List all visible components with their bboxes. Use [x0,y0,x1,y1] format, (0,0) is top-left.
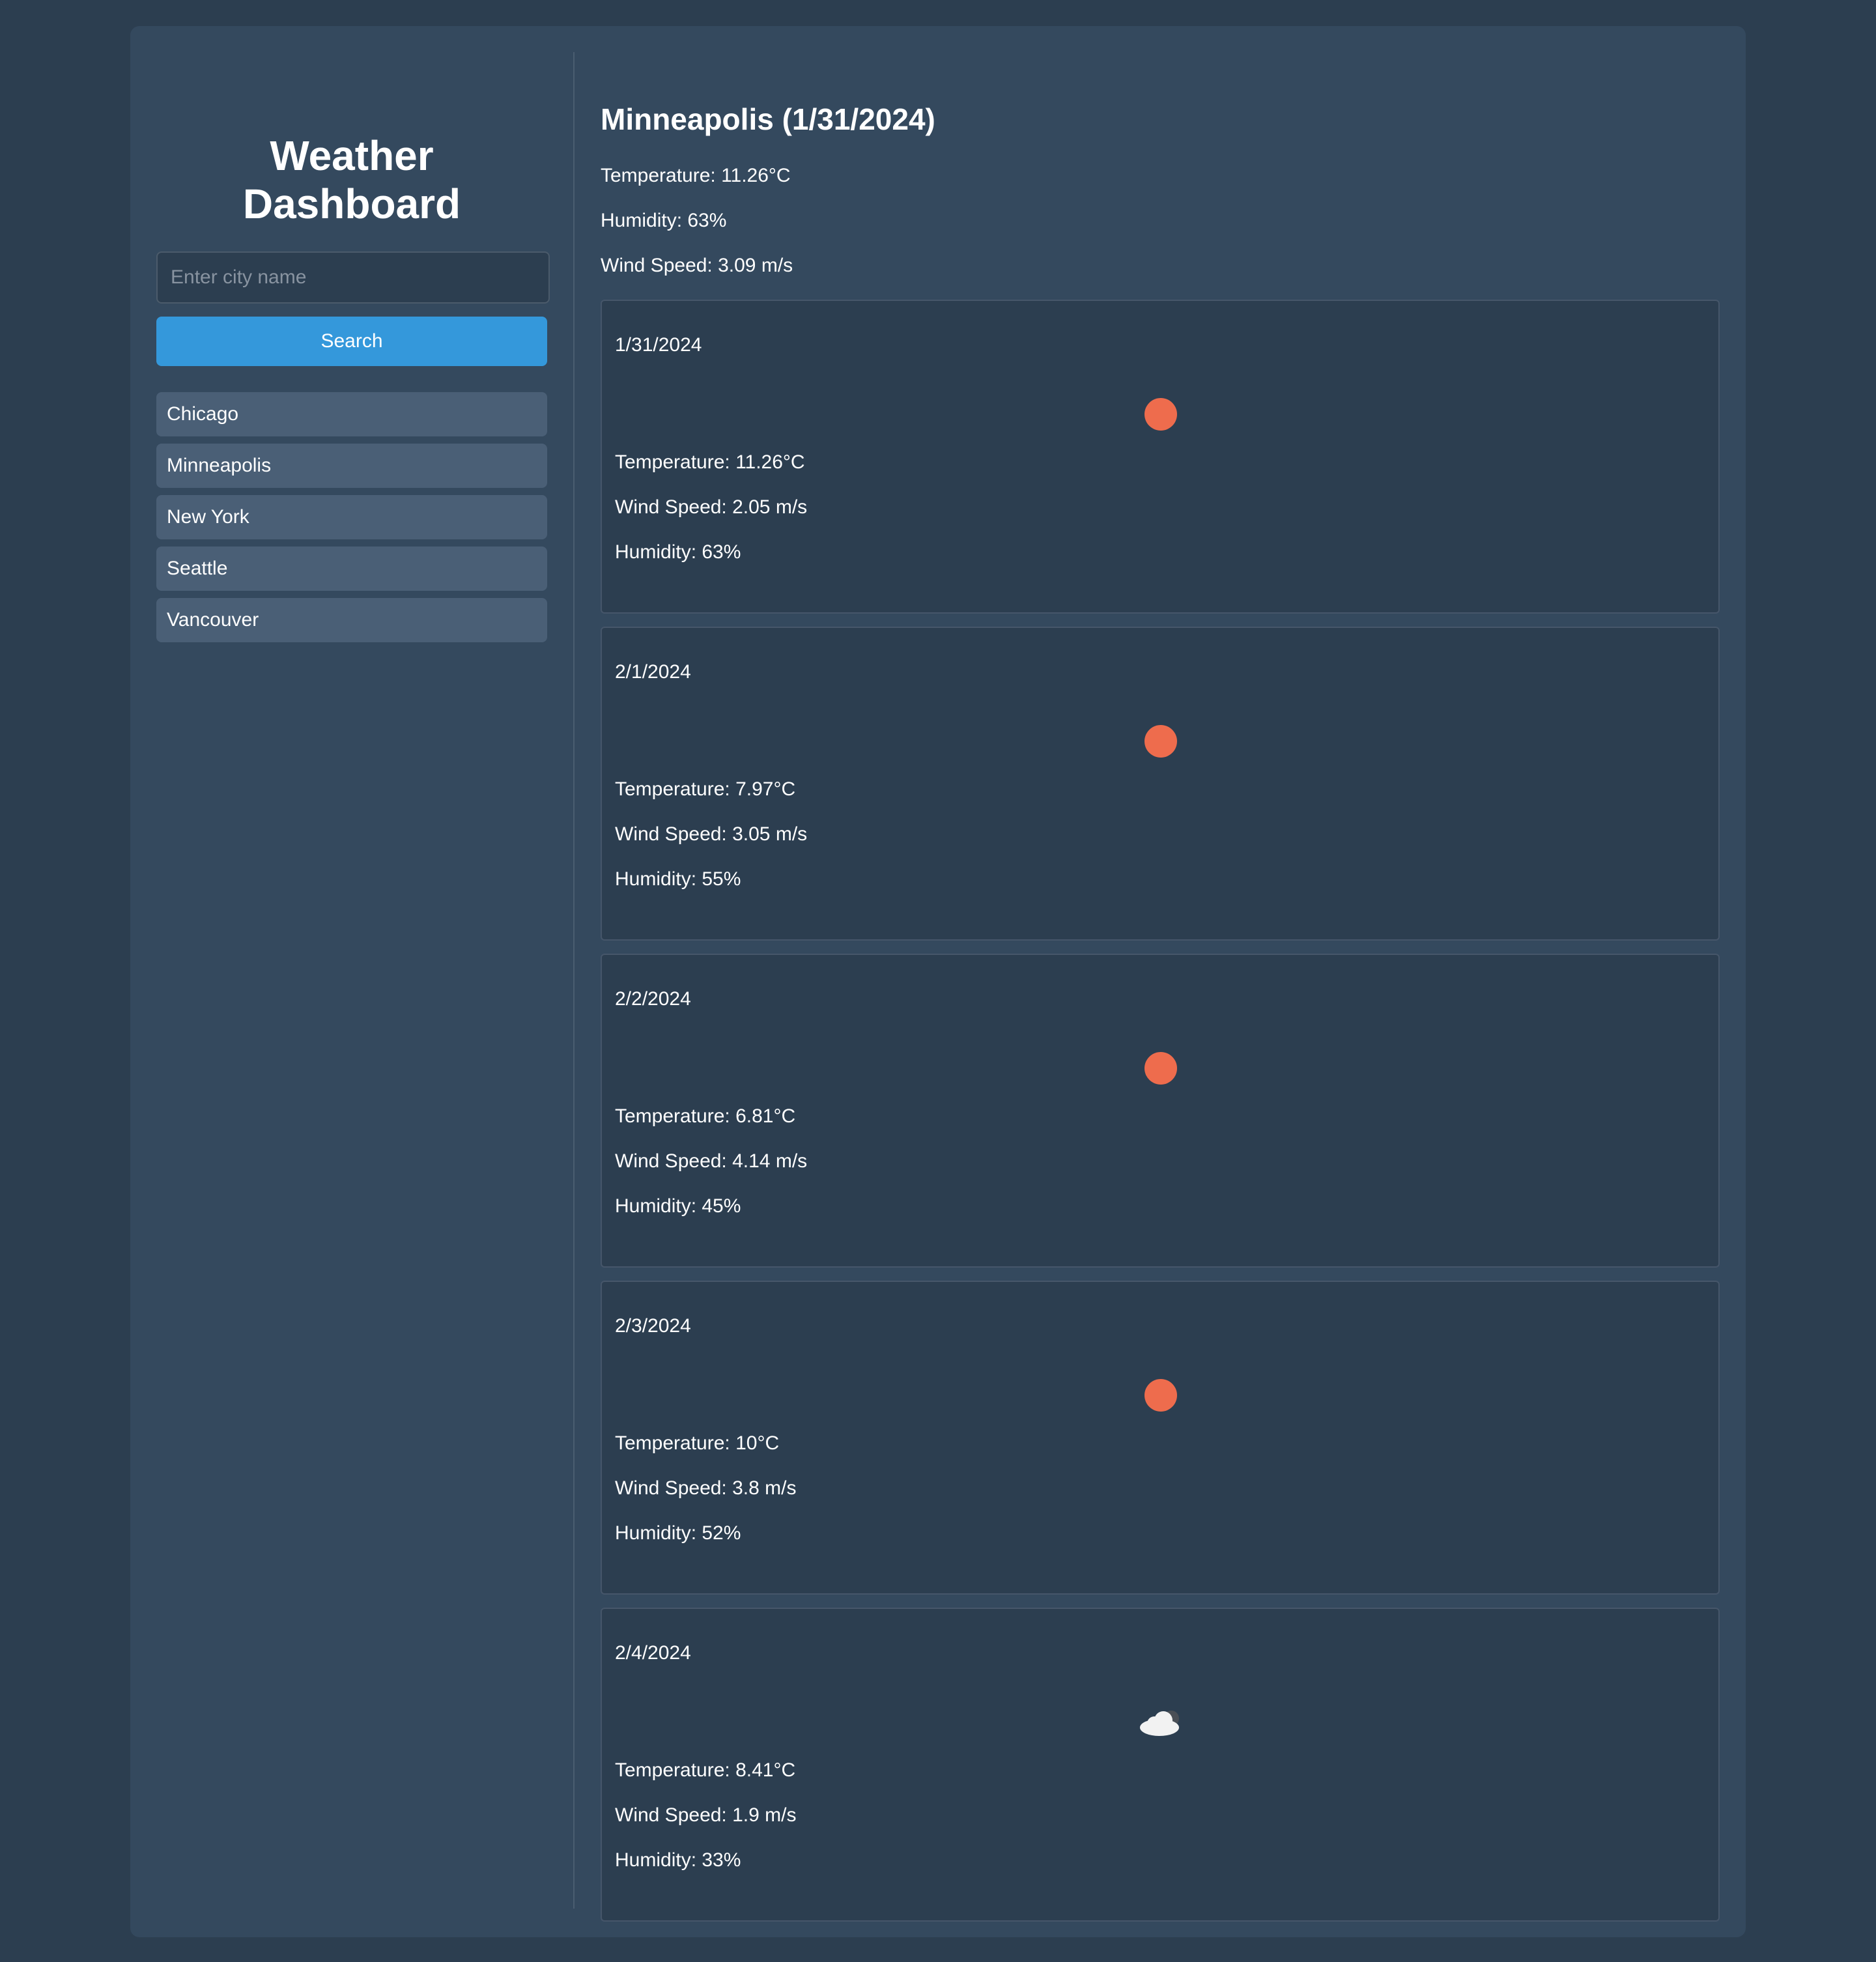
forecast-date: 2/1/2024 [615,661,691,683]
forecast-wind-speed: Wind Speed: 3.05 m/s [615,823,808,845]
forecast-humidity: Humidity: 52% [615,1522,741,1544]
forecast-card: 1/31/2024 Temperature: 11.26°C Wind Spee… [601,300,1720,614]
search-input[interactable] [156,251,550,304]
forecast-temperature: Temperature: 10°C [615,1432,780,1454]
current-title: Minneapolis (1/31/2024) [601,102,935,136]
forecast-wind-speed: Wind Speed: 1.9 m/s [615,1804,797,1826]
history-item-chicago[interactable]: Chicago [156,392,547,436]
forecast-temperature: Temperature: 11.26°C [615,451,805,473]
forecast-card: 2/1/2024 Temperature: 7.97°C Wind Speed:… [601,627,1720,941]
forecast-wind-speed: Wind Speed: 4.14 m/s [615,1150,808,1172]
panel-divider [573,52,575,1909]
forecast-temperature: Temperature: 6.81°C [615,1105,796,1127]
cloud-icon [1140,1704,1179,1741]
current-wind-speed: Wind Speed: 3.09 m/s [601,255,793,276]
forecast-card: 2/3/2024 Temperature: 10°C Wind Speed: 3… [601,1281,1720,1595]
forecast-date: 2/2/2024 [615,988,691,1010]
forecast-humidity: Humidity: 55% [615,868,741,890]
history-item-seattle[interactable]: Seattle [156,547,547,591]
forecast-temperature: Temperature: 7.97°C [615,778,796,800]
search-button[interactable]: Search [156,317,547,366]
page-title: Weather Dashboard [156,132,547,228]
forecast-humidity: Humidity: 45% [615,1195,741,1217]
sidebar: Weather Dashboard Search Chicago Minneap… [156,52,550,649]
forecast-humidity: Humidity: 33% [615,1849,741,1871]
title-wrap: Weather Dashboard [156,104,547,251]
forecast-date: 2/4/2024 [615,1642,691,1664]
sun-icon [1143,1050,1179,1087]
page-title-line2: Dashboard [242,180,461,227]
forecast-card: 2/4/2024 Temperature: 8.41°C Wind Speed:… [601,1608,1720,1922]
history-item-vancouver[interactable]: Vancouver [156,598,547,642]
forecast-wind-speed: Wind Speed: 2.05 m/s [615,496,808,518]
forecast-date: 2/3/2024 [615,1315,691,1337]
history-item-minneapolis[interactable]: Minneapolis [156,444,547,488]
history-item-new-york[interactable]: New York [156,495,547,539]
search-history: Chicago Minneapolis New York Seattle Van… [156,392,547,642]
page-title-line1: Weather [270,132,434,179]
current-temperature: Temperature: 11.26°C [601,165,791,186]
dashboard-container: Weather Dashboard Search Chicago Minneap… [130,26,1746,1937]
current-humidity: Humidity: 63% [601,210,727,231]
forecast-card: 2/2/2024 Temperature: 6.81°C Wind Speed:… [601,954,1720,1268]
forecast-humidity: Humidity: 63% [615,541,741,563]
forecast-list: 1/31/2024 Temperature: 11.26°C Wind Spee… [601,300,1720,1935]
sun-icon [1143,1377,1179,1414]
forecast-temperature: Temperature: 8.41°C [615,1759,796,1781]
sun-icon [1143,396,1179,433]
forecast-date: 1/31/2024 [615,334,702,356]
forecast-wind-speed: Wind Speed: 3.8 m/s [615,1477,797,1499]
sun-icon [1143,723,1179,760]
